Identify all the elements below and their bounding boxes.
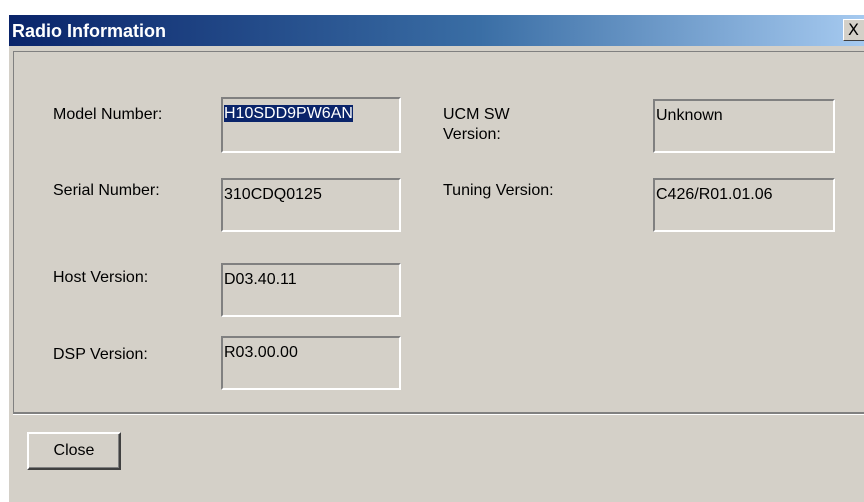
ucm-sw-version-label-line2: Version: (443, 126, 501, 143)
close-button[interactable]: Close (27, 432, 121, 470)
ucm-sw-version-field[interactable]: Unknown (653, 99, 835, 153)
radio-information-dialog: Radio Information X Model Number: H10SDD… (8, 15, 864, 502)
window-title: Radio Information (12, 21, 166, 41)
tuning-version-label: Tuning Version: (443, 182, 554, 199)
close-glyph: X (848, 20, 859, 39)
ucm-sw-version-label-line1: UCM SW (443, 106, 510, 123)
host-version-value: D03.40.11 (224, 271, 297, 288)
title-bar[interactable]: Radio Information X (9, 15, 864, 46)
tuning-version-value: C426/R01.01.06 (656, 186, 773, 203)
host-version-field[interactable]: D03.40.11 (221, 263, 401, 317)
dsp-version-field[interactable]: R03.00.00 (221, 336, 401, 390)
dsp-version-label: DSP Version: (53, 346, 148, 363)
close-icon[interactable]: X (843, 19, 864, 41)
button-separator (13, 412, 864, 415)
host-version-label: Host Version: (53, 269, 149, 286)
dsp-version-value: R03.00.00 (224, 344, 298, 361)
serial-number-field[interactable]: 310CDQ0125 (221, 178, 401, 232)
tuning-version-field[interactable]: C426/R01.01.06 (653, 178, 835, 232)
serial-number-value: 310CDQ0125 (224, 186, 322, 203)
serial-number-label: Serial Number: (53, 182, 160, 199)
ucm-sw-version-value: Unknown (656, 107, 723, 124)
model-number-value: H10SDD9PW6AN (224, 105, 353, 122)
model-number-field[interactable]: H10SDD9PW6AN (221, 97, 401, 153)
model-number-label: Model Number: (53, 106, 163, 123)
